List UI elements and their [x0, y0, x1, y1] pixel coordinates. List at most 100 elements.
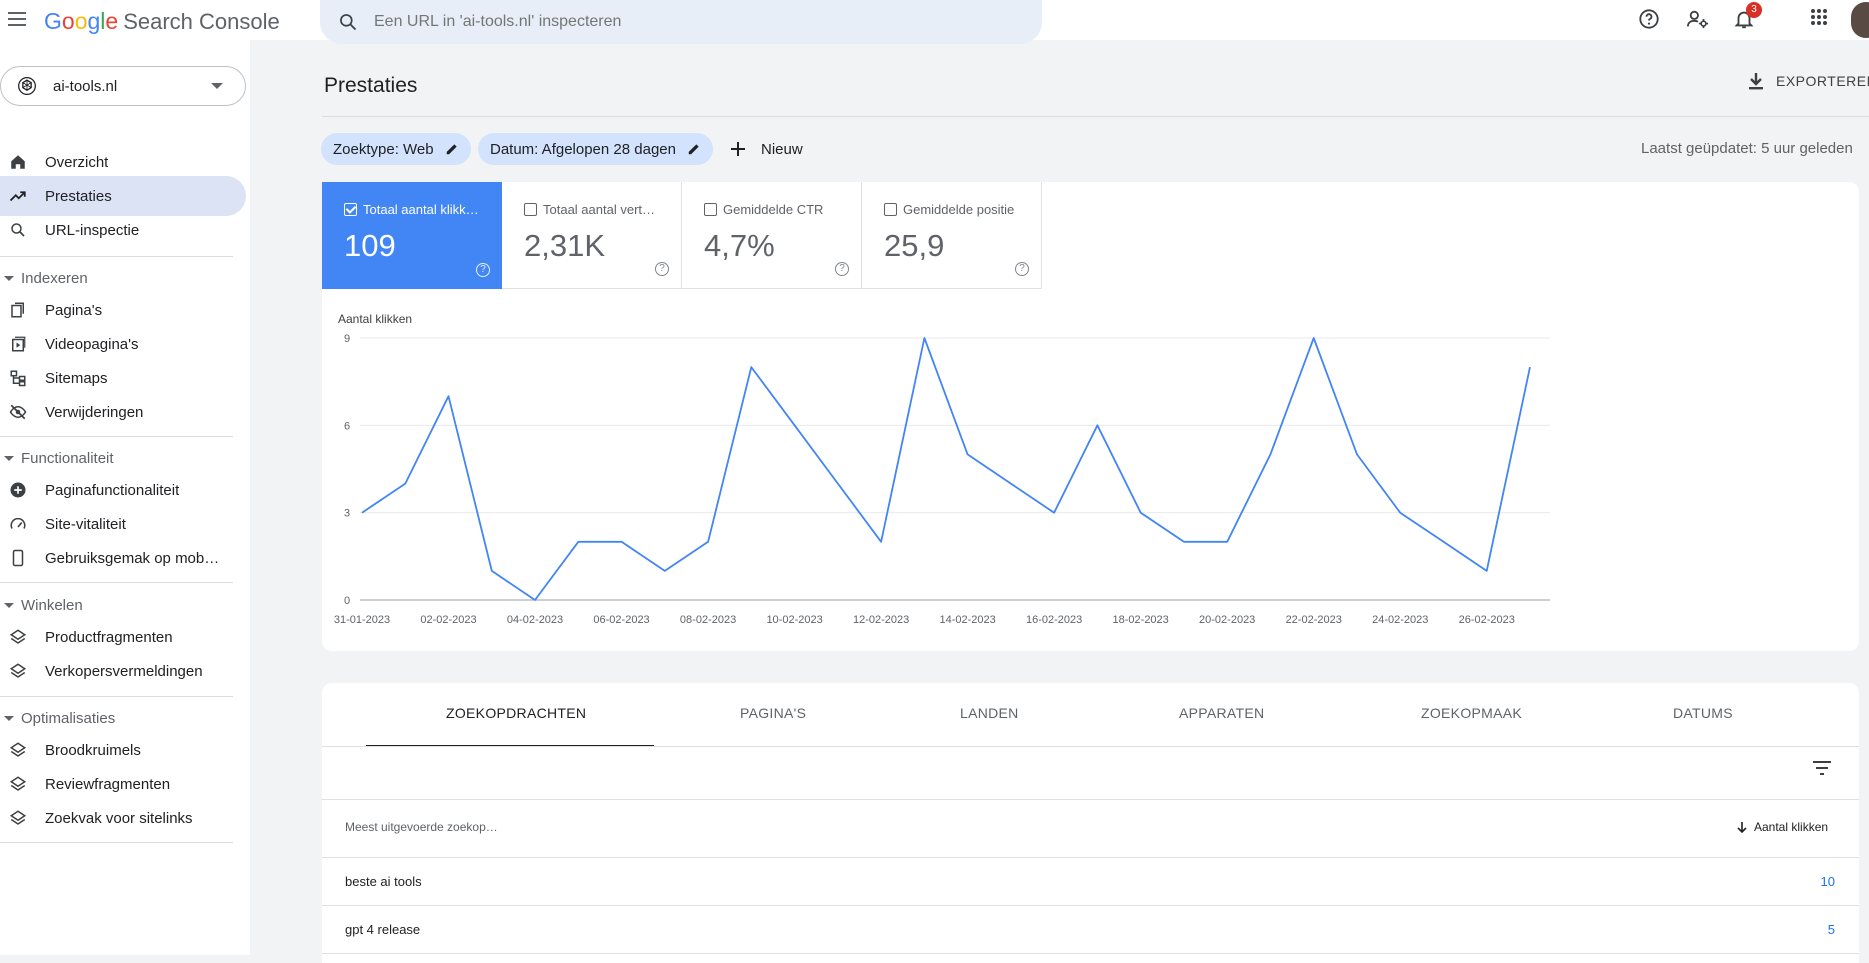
url-inspect-search[interactable]	[320, 0, 1042, 44]
caret-down-icon	[4, 716, 14, 721]
export-label: EXPORTEREN	[1776, 73, 1869, 89]
new-filter-button[interactable]: Nieuw	[730, 133, 803, 165]
tab-datums[interactable]: DATUMS	[1673, 705, 1733, 721]
trending-up-icon	[8, 186, 28, 206]
y-tick-label: 6	[344, 420, 350, 432]
plus-icon	[730, 141, 746, 157]
smartphone-icon	[8, 548, 28, 568]
sidebar-item-label: Reviewfragmenten	[45, 776, 170, 793]
section-optimalisaties[interactable]: Optimalisaties	[0, 706, 115, 730]
sidebar-item-label: Zoekvak voor sitelinks	[45, 810, 193, 827]
video-page-icon	[8, 334, 28, 354]
layers-icon	[8, 661, 28, 681]
top-bar: GoogleSearch Console 3	[0, 0, 1869, 40]
sidebar-item-mobile-usability[interactable]: Gebruiksgemak op mob…	[0, 538, 246, 578]
table-row-query[interactable]: beste ai tools	[345, 874, 422, 889]
x-tick-label: 20-02-2023	[1199, 614, 1255, 626]
metric-average-ctr[interactable]: Gemiddelde CTR 4,7% ?	[682, 182, 862, 289]
metric-total-impressions[interactable]: Totaal aantal vert… 2,31K ?	[502, 182, 682, 289]
divider	[322, 857, 1859, 858]
search-icon	[8, 220, 28, 240]
export-button[interactable]: EXPORTEREN	[1748, 72, 1869, 90]
metric-label: Totaal aantal klikk…	[363, 202, 479, 217]
divider	[322, 905, 1859, 906]
openai-logo-icon	[17, 76, 37, 96]
divider	[0, 696, 233, 697]
help-icon[interactable]: ?	[835, 262, 849, 276]
x-tick-label: 06-02-2023	[593, 614, 649, 626]
section-winkelen[interactable]: Winkelen	[0, 593, 83, 617]
x-tick-label: 08-02-2023	[680, 614, 736, 626]
y-tick-label: 0	[344, 595, 350, 607]
sidebar-item-verwijderingen[interactable]: Verwijderingen	[0, 392, 246, 432]
x-tick-label: 22-02-2023	[1286, 614, 1342, 626]
y-axis-label: Aantal klikken	[338, 312, 412, 326]
user-settings-icon[interactable]	[1686, 8, 1710, 30]
tab-zoekopmaak[interactable]: ZOEKOPMAAK	[1421, 705, 1522, 721]
search-input[interactable]	[374, 13, 974, 31]
caret-down-icon	[4, 456, 14, 461]
section-indexeren[interactable]: Indexeren	[0, 266, 88, 290]
menu-icon[interactable]	[6, 8, 28, 30]
tab-landen[interactable]: LANDEN	[960, 705, 1019, 721]
section-title: Functionaliteit	[21, 450, 114, 467]
help-icon[interactable]	[1638, 8, 1660, 30]
results-table-card: ZOEKOPDRACHTEN PAGINA'S LANDEN APPARATEN…	[322, 683, 1859, 963]
metric-label: Gemiddelde positie	[903, 202, 1014, 217]
search-icon	[338, 12, 358, 32]
layers-icon	[8, 774, 28, 794]
x-tick-label: 04-02-2023	[507, 614, 563, 626]
divider	[0, 842, 233, 843]
tab-zoekopdrachten[interactable]: ZOEKOPDRACHTEN	[446, 705, 586, 721]
sidebar-item-label: Sitemaps	[45, 370, 108, 387]
visibility-off-icon	[8, 402, 28, 422]
checkbox[interactable]	[704, 203, 717, 216]
sidebar-item-label: Pagina's	[45, 302, 102, 319]
table-row-query[interactable]: gpt 4 release	[345, 922, 420, 937]
filter-chip-date[interactable]: Datum: Afgelopen 28 dagen	[478, 133, 713, 165]
sidebar-item-zoekvak-sitelinks[interactable]: Zoekvak voor sitelinks	[0, 798, 246, 838]
layers-icon	[8, 808, 28, 828]
metric-average-position[interactable]: Gemiddelde positie 25,9 ?	[862, 182, 1042, 289]
pages-icon	[8, 300, 28, 320]
avatar[interactable]	[1851, 2, 1869, 38]
tab-paginas[interactable]: PAGINA'S	[740, 705, 806, 721]
help-icon[interactable]: ?	[655, 262, 669, 276]
home-icon	[8, 152, 28, 172]
filter-chip-search-type[interactable]: Zoektype: Web	[321, 133, 471, 165]
sidebar-item-verkopersvermeldingen[interactable]: Verkopersvermeldingen	[0, 651, 246, 691]
divider	[322, 953, 1859, 954]
sidebar-item-label: Prestaties	[45, 188, 112, 205]
section-title: Winkelen	[21, 597, 83, 614]
section-functionaliteit[interactable]: Functionaliteit	[0, 446, 114, 470]
tab-apparaten[interactable]: APPARATEN	[1179, 705, 1264, 721]
product-name: Search Console	[123, 9, 280, 34]
checkbox[interactable]	[524, 203, 537, 216]
checkbox[interactable]	[344, 203, 357, 216]
column-header-query[interactable]: Meest uitgevoerde zoekop…	[345, 820, 498, 834]
checkbox[interactable]	[884, 203, 897, 216]
sidebar-item-label: Verkopersvermeldingen	[45, 663, 203, 680]
column-header-clicks[interactable]: Aantal klikken	[1736, 820, 1828, 834]
app-logo[interactable]: GoogleSearch Console	[44, 8, 280, 35]
y-tick-label: 3	[344, 508, 350, 520]
divider	[322, 799, 1859, 800]
apps-icon[interactable]	[1810, 8, 1828, 26]
download-icon	[1748, 72, 1764, 90]
divider	[0, 256, 233, 257]
help-icon[interactable]: ?	[476, 263, 490, 277]
add-circle-icon	[8, 480, 28, 500]
sidebar-item-url-inspectie[interactable]: URL-inspectie	[0, 210, 246, 250]
filter-icon[interactable]	[1812, 761, 1832, 775]
table-row-clicks: 5	[1828, 922, 1835, 937]
x-tick-label: 16-02-2023	[1026, 614, 1082, 626]
metric-value: 109	[344, 228, 396, 264]
x-tick-label: 24-02-2023	[1372, 614, 1428, 626]
property-selector[interactable]: ai-tools.nl	[0, 66, 246, 106]
metric-total-clicks[interactable]: Totaal aantal klikk… 109 ?	[322, 182, 502, 289]
arrow-down-icon	[1736, 821, 1748, 833]
help-icon[interactable]: ?	[1015, 262, 1029, 276]
divider	[0, 582, 233, 583]
section-title: Optimalisaties	[21, 710, 115, 727]
layers-icon	[8, 740, 28, 760]
